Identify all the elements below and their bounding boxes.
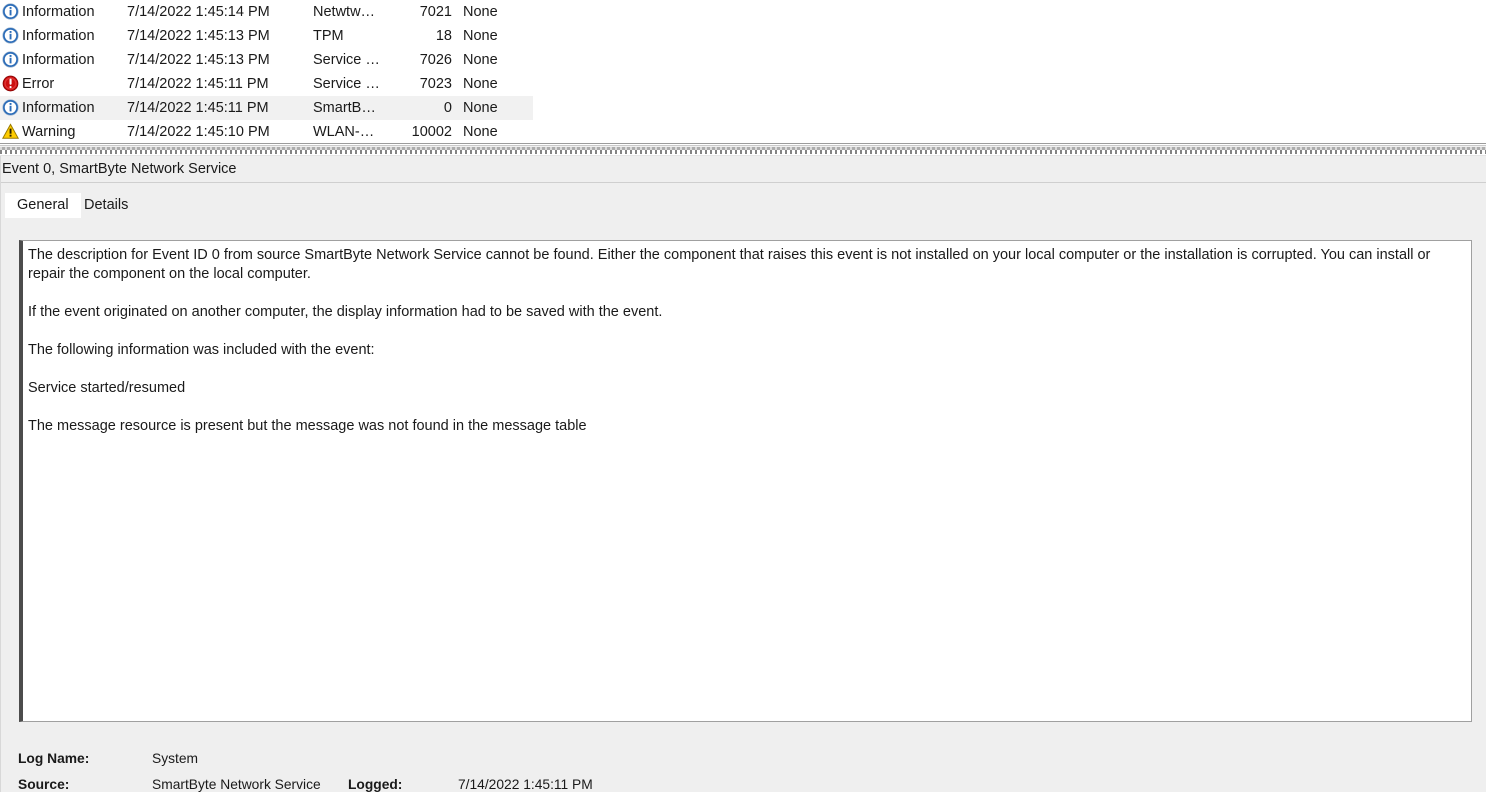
event-description-text: The description for Event ID 0 from sour… — [23, 241, 1471, 436]
event-level-cell: Information — [22, 100, 95, 116]
description-paragraph-1: The description for Event ID 0 from sour… — [28, 247, 1431, 282]
event-datetime-cell: 7/14/2022 1:45:11 PM — [127, 100, 269, 116]
event-level-cell: Information — [22, 4, 95, 20]
event-detail-title: Event 0, SmartByte Network Service — [0, 156, 1486, 183]
horizontal-splitter[interactable] — [0, 143, 1486, 156]
event-datetime-cell: 7/14/2022 1:45:14 PM — [127, 4, 270, 20]
information-icon — [2, 51, 19, 68]
event-datetime-cell: 7/14/2022 1:45:13 PM — [127, 28, 270, 44]
metadata-value: SmartByte Network Service — [152, 777, 321, 792]
detail-tabstrip: General Details — [0, 193, 1486, 218]
description-paragraph-3: The following information was included w… — [28, 342, 375, 358]
tab-general[interactable]: General — [5, 193, 81, 218]
information-icon — [2, 99, 19, 116]
event-id-cell: 7026 — [419, 52, 452, 68]
metadata-label: Logged: — [348, 777, 403, 792]
event-datetime-cell: 7/14/2022 1:45:10 PM — [127, 124, 270, 140]
information-icon — [2, 27, 19, 44]
event-datetime-cell: 7/14/2022 1:45:11 PM — [127, 76, 269, 92]
event-metadata: Log Name: System Source: SmartByte Network … — [0, 734, 1486, 792]
description-paragraph-5: The message resource is present but the … — [28, 418, 587, 434]
event-id-cell: 0 — [443, 100, 452, 116]
event-task-category-cell: None — [463, 100, 498, 116]
information-icon — [2, 3, 19, 20]
event-list-row[interactable]: Error 7/14/2022 1:45:11 PM Service … 7023 No… — [0, 72, 1486, 96]
event-level-cell: Warning — [22, 124, 76, 140]
event-viewer-window: Information 7/14/2022 1:45:14 PM Netwtw… 70… — [0, 0, 1486, 792]
warning-icon — [2, 123, 19, 140]
event-level-cell: Information — [22, 28, 95, 44]
event-description-box[interactable]: The description for Event ID 0 from sour… — [19, 240, 1472, 722]
event-level-cell: Information — [22, 52, 95, 68]
metadata-label: Log Name: — [18, 751, 90, 766]
event-task-category-cell: None — [463, 52, 498, 68]
event-list-row[interactable]: Warning 7/14/2022 1:45:10 PM WLAN-… 10002 No… — [0, 120, 1486, 143]
event-detail-pane: Event 0, SmartByte Network Service Gener… — [0, 156, 1486, 792]
event-level-cell: Error — [22, 76, 55, 92]
pane-left-edge — [0, 156, 1, 792]
event-list-row[interactable]: Information 7/14/2022 1:45:14 PM Netwtw… 70… — [0, 0, 1486, 24]
splitter-grip-highlight — [0, 147, 1486, 150]
event-id-cell: 18 — [435, 28, 452, 44]
metadata-row: Logged: 7/14/2022 1:45:11 PM — [348, 772, 593, 792]
event-list-row[interactable]: Information 7/14/2022 1:45:13 PM TPM 18 None — [0, 24, 1486, 48]
event-id-cell: 7021 — [419, 4, 452, 20]
description-paragraph-4: Service started/resumed — [28, 380, 186, 396]
metadata-row: Source: SmartByte Network Service — [18, 772, 321, 792]
metadata-value: System — [152, 751, 198, 766]
event-id-cell: 10002 — [411, 124, 452, 140]
event-metadata-right-column: Logged:7/14/2022 1:45:11 PMTask Category… — [348, 772, 593, 792]
event-datetime-cell: 7/14/2022 1:45:13 PM — [127, 52, 270, 68]
event-metadata-left-column: Log Name: System Source: SmartByte Network … — [18, 746, 321, 792]
event-list-row[interactable]: Information 7/14/2022 1:45:11 PM SmartB… 0 N… — [0, 96, 1486, 120]
event-task-category-cell: None — [463, 76, 498, 92]
description-paragraph-2: If the event originated on another compu… — [28, 304, 663, 320]
event-task-category-cell: None — [463, 4, 498, 20]
event-task-category-cell: None — [463, 124, 498, 140]
event-list-row[interactable]: Information 7/14/2022 1:45:13 PM Service …… — [0, 48, 1486, 72]
metadata-value: 7/14/2022 1:45:11 PM — [458, 777, 593, 792]
tab-details[interactable]: Details — [72, 193, 140, 218]
event-list[interactable]: Information 7/14/2022 1:45:14 PM Netwtw… 70… — [0, 0, 1486, 143]
metadata-label: Source: — [18, 777, 70, 792]
event-task-category-cell: None — [463, 28, 498, 44]
error-icon — [2, 75, 19, 92]
metadata-row: Log Name: System — [18, 746, 321, 772]
event-id-cell: 7023 — [419, 76, 452, 92]
